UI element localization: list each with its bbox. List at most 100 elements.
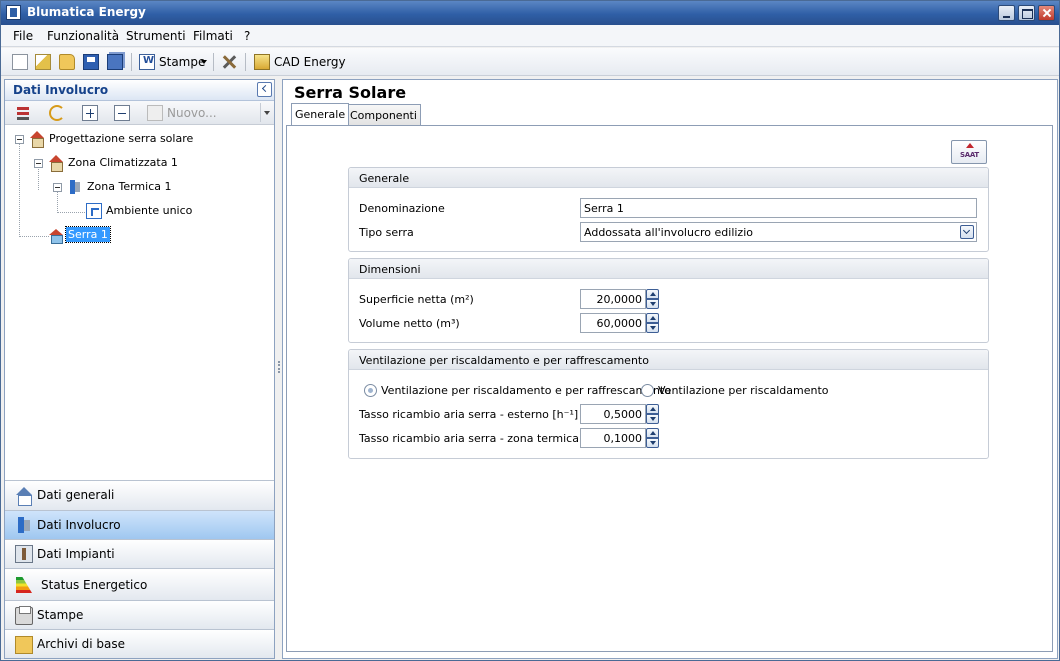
title-bar: Blumatica Energy xyxy=(1,1,1059,25)
new-file-icon[interactable] xyxy=(12,54,28,70)
group-ventilazione: Ventilazione per riscaldamento e per raf… xyxy=(348,349,989,459)
nav-stampe[interactable]: Stampe xyxy=(5,600,274,629)
expand-all-icon[interactable] xyxy=(82,105,98,121)
nav-dati-generali[interactable]: Dati generali xyxy=(5,480,274,510)
plant-icon xyxy=(15,545,33,563)
left-panel-toolbar: Nuovo... xyxy=(5,101,274,125)
nav-label: Stampe xyxy=(37,608,84,622)
radio-ventilazione-risc-label[interactable]: Ventilazione per riscaldamento xyxy=(658,384,829,397)
stampe-button[interactable]: Stampe xyxy=(159,55,205,69)
refresh-icon[interactable] xyxy=(49,105,65,121)
new-item-icon xyxy=(147,105,163,121)
group-title: Dimensioni xyxy=(359,263,421,276)
radio-ventilazione-risc[interactable] xyxy=(641,384,654,397)
minimize-button[interactable] xyxy=(998,5,1015,21)
nav-status-energetico[interactable]: Status Energetico xyxy=(5,568,274,600)
saat-logo-icon: SAAT xyxy=(957,143,982,161)
save-icon[interactable] xyxy=(83,54,99,70)
superficie-stepper[interactable] xyxy=(580,289,660,309)
tree-item-serra[interactable]: Serra 1 xyxy=(65,226,111,243)
energy-rating-icon xyxy=(15,576,33,594)
greenhouse-icon xyxy=(48,227,64,244)
tree-collapse-toggle[interactable] xyxy=(53,183,62,192)
tab-componenti[interactable]: Componenti xyxy=(346,104,421,125)
app-window: Blumatica Energy File Funzionalità Strum… xyxy=(0,0,1060,661)
tipo-serra-select[interactable]: Addossata all'involucro edilizio xyxy=(580,222,977,242)
save-all-icon[interactable] xyxy=(107,54,123,70)
nav-label: Dati generali xyxy=(37,488,115,502)
spin-down-icon[interactable] xyxy=(646,299,659,309)
stampe-dropdown-icon[interactable] xyxy=(201,60,207,64)
app-logo-icon xyxy=(6,5,21,20)
wizard-icon[interactable] xyxy=(35,54,51,70)
tasso-esterno-input[interactable] xyxy=(580,404,646,424)
superficie-input[interactable] xyxy=(580,289,646,309)
room-icon xyxy=(86,203,102,219)
volume-stepper[interactable] xyxy=(580,313,660,333)
menu-help[interactable]: ? xyxy=(244,29,250,43)
nav-label: Dati Involucro xyxy=(37,518,121,532)
group-dimensioni: Dimensioni Superficie netta (m²) Volume … xyxy=(348,258,989,343)
denominazione-input[interactable] xyxy=(580,198,977,218)
nav-dati-involucro[interactable]: Dati Involucro xyxy=(5,510,274,539)
left-panel: Dati Involucro Nuovo... Progettazione se… xyxy=(4,79,275,659)
group-header: Ventilazione per riscaldamento e per raf… xyxy=(349,350,988,370)
house-icon xyxy=(15,487,33,506)
spin-down-icon[interactable] xyxy=(646,323,659,333)
menu-bar: File Funzionalità Strumenti Filmati ? xyxy=(1,25,1059,47)
spin-up-icon[interactable] xyxy=(646,404,659,414)
tab-content-generale: SAAT Generale Denominazione Tipo serra A… xyxy=(286,125,1053,652)
tree-item-ambiente-unico[interactable]: Ambiente unico xyxy=(104,203,194,218)
cad-energy-icon[interactable] xyxy=(254,54,270,70)
menu-strumenti[interactable]: Strumenti xyxy=(126,29,186,43)
collapse-panel-button[interactable] xyxy=(257,82,272,97)
tasso-zona-input[interactable] xyxy=(580,428,646,448)
saat-button[interactable]: SAAT xyxy=(951,140,987,164)
volume-input[interactable] xyxy=(580,313,646,333)
chevron-down-icon[interactable] xyxy=(960,225,974,239)
tree-collapse-toggle[interactable] xyxy=(15,135,24,144)
spin-up-icon[interactable] xyxy=(646,289,659,299)
tree-item-progettazione[interactable]: Progettazione serra solare xyxy=(47,131,195,146)
group-header: Dimensioni xyxy=(349,259,988,279)
page-title: Serra Solare xyxy=(294,83,407,102)
left-panel-title: Dati Involucro xyxy=(13,83,109,97)
spin-down-icon[interactable] xyxy=(646,438,659,448)
maximize-button[interactable] xyxy=(1018,5,1035,21)
zone-house-icon xyxy=(48,155,64,172)
spin-down-icon[interactable] xyxy=(646,414,659,424)
saat-label: SAAT xyxy=(960,151,979,159)
stampe-icon[interactable] xyxy=(139,54,155,70)
nav-archivi-di-base[interactable]: Archivi di base xyxy=(5,629,274,658)
group-generale: Generale Denominazione Tipo serra Addoss… xyxy=(348,167,989,252)
tree-structure-icon[interactable] xyxy=(15,105,31,121)
close-button[interactable] xyxy=(1038,5,1055,21)
open-folder-icon[interactable] xyxy=(59,54,75,70)
menu-file[interactable]: File xyxy=(13,29,33,43)
group-title: Generale xyxy=(359,172,410,185)
toolbar-overflow-button[interactable] xyxy=(260,103,272,122)
radio-ventilazione-risc-raffr-label[interactable]: Ventilazione per riscaldamento e per raf… xyxy=(381,384,671,397)
tree-item-zona-termica[interactable]: Zona Termica 1 xyxy=(85,179,173,194)
toolbar-separator xyxy=(213,53,214,71)
tree-collapse-toggle[interactable] xyxy=(34,159,43,168)
radio-ventilazione-risc-raffr[interactable] xyxy=(364,384,377,397)
spin-up-icon[interactable] xyxy=(646,313,659,323)
cad-energy-button[interactable]: CAD Energy xyxy=(274,55,346,69)
spin-up-icon[interactable] xyxy=(646,428,659,438)
tab-generale[interactable]: Generale xyxy=(291,103,350,125)
project-tree: Progettazione serra solare Zona Climatiz… xyxy=(5,126,274,476)
splitter-handle[interactable] xyxy=(278,361,280,373)
nav-dati-impianti[interactable]: Dati Impianti xyxy=(5,539,274,568)
tree-item-zona-climatizzata[interactable]: Zona Climatizzata 1 xyxy=(66,155,180,170)
menu-funzionalita[interactable]: Funzionalità xyxy=(47,29,119,43)
window-title: Blumatica Energy xyxy=(27,5,146,19)
menu-filmati[interactable]: Filmati xyxy=(193,29,233,43)
collapse-all-icon[interactable] xyxy=(114,105,130,121)
tasso-zona-stepper[interactable] xyxy=(580,428,660,448)
tasso-esterno-stepper[interactable] xyxy=(580,404,660,424)
left-panel-header: Dati Involucro xyxy=(5,80,274,101)
printer-icon xyxy=(15,606,33,625)
superficie-label: Superficie netta (m²) xyxy=(359,293,474,306)
tools-icon[interactable] xyxy=(221,54,237,70)
